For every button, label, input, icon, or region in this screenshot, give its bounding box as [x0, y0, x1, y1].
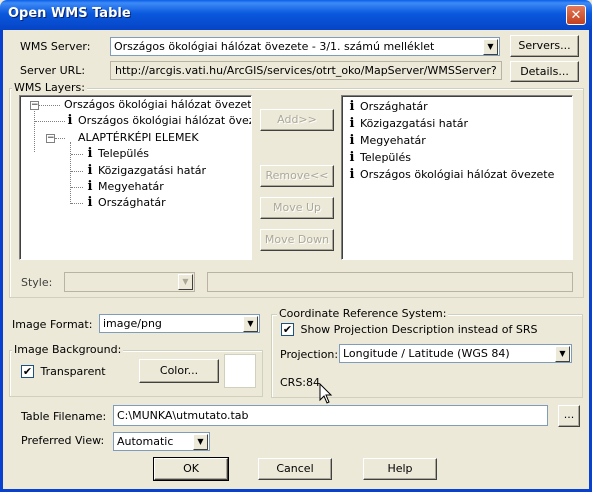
style-description	[207, 272, 573, 292]
transparent-checkbox[interactable]: ✔ Transparent	[21, 364, 106, 378]
remove-button[interactable]: Remove<<	[260, 165, 334, 187]
tree-item-label: Országhatár	[98, 196, 166, 209]
info-icon: i	[349, 150, 355, 165]
checkbox-icon: ✔	[21, 364, 34, 378]
image-format-select[interactable]: image/png ▼	[99, 314, 260, 333]
tree-item-label: ALAPTÉRKÉPI ELEMEK	[78, 131, 199, 144]
collapse-icon[interactable]: −	[30, 101, 39, 110]
tree-item-layer[interactable]: i Település	[86, 146, 149, 162]
wms-server-value: Országos ökológiai hálózat övezete - 3/1…	[114, 40, 435, 53]
list-item-label: Országhatár	[360, 100, 428, 113]
info-icon: i	[349, 99, 355, 114]
info-icon: i	[349, 116, 355, 131]
close-icon[interactable]: ✕	[566, 5, 586, 25]
available-layers-tree[interactable]: − Országos ökológiai hálózat övezete i Or…	[19, 95, 252, 260]
checkbox-icon: ✔	[281, 322, 294, 336]
wms-layers-group-label: WMS Layers:	[12, 81, 87, 94]
tree-item-label: Országos ökológiai hálózat övezete	[64, 98, 252, 111]
list-item-label: Település	[360, 151, 411, 164]
move-up-button[interactable]: Move Up	[260, 197, 334, 219]
move-down-button[interactable]: Move Down	[260, 229, 334, 251]
info-icon: i	[349, 167, 355, 182]
ok-button[interactable]: OK	[153, 457, 229, 481]
tree-item-label: Település	[98, 147, 149, 160]
info-icon: i	[349, 133, 355, 148]
list-item-label: Közigazgatási határ	[360, 117, 469, 130]
cancel-button[interactable]: Cancel	[258, 458, 332, 480]
add-button[interactable]: Add>>	[260, 109, 334, 131]
mouse-cursor-icon	[319, 383, 333, 404]
tree-item-layer[interactable]: i Országhatár	[86, 195, 166, 211]
color-swatch	[224, 354, 256, 388]
list-item[interactable]: i Megyehatár	[348, 133, 426, 149]
image-background-group-label: Image Background:	[12, 343, 124, 356]
browse-button[interactable]: ...	[558, 405, 580, 427]
preferred-view-select[interactable]: Automatic ▼	[113, 432, 210, 451]
server-url-field: http://arcgis.vati.hu/ArcGIS/services/ot…	[110, 61, 502, 80]
transparent-label: Transparent	[40, 364, 106, 378]
show-projection-checkbox[interactable]: ✔ Show Projection Description instead of…	[281, 322, 537, 336]
help-button[interactable]: Help	[363, 458, 437, 480]
info-icon: i	[87, 146, 93, 161]
crs-group-label: Coordinate Reference System:	[277, 307, 449, 320]
show-projection-label: Show Projection Description instead of S…	[300, 322, 538, 336]
info-icon: i	[87, 163, 93, 178]
wms-server-label: WMS Server:	[20, 40, 91, 53]
tree-item-label: Közigazgatási határ	[98, 164, 207, 177]
projection-label: Projection:	[280, 348, 339, 361]
table-filename-label: Table Filename:	[21, 410, 107, 423]
server-url-label: Server URL:	[20, 64, 86, 77]
projection-select[interactable]: Longitude / Latitude (WGS 84) ▼	[339, 344, 572, 363]
chevron-down-icon[interactable]: ▼	[555, 346, 570, 362]
projection-value: Longitude / Latitude (WGS 84)	[343, 347, 510, 360]
list-item[interactable]: i Közigazgatási határ	[348, 116, 469, 132]
selected-layers-list[interactable]: i Országhatár i Közigazgatási határ i Megye…	[341, 95, 573, 260]
tree-item-layer[interactable]: i Megyehatár	[86, 179, 164, 195]
chevron-down-icon[interactable]: ▼	[178, 274, 193, 290]
tree-item-label: Országos ökológiai hálózat övezete	[78, 114, 251, 127]
info-icon: i	[87, 195, 93, 210]
collapse-icon[interactable]: −	[46, 134, 55, 143]
window-title: Open WMS Table	[8, 6, 131, 21]
tree-item-label: Megyehatár	[98, 180, 164, 193]
list-item-label: Országos ökológiai hálózat övezete	[360, 168, 555, 181]
info-icon: i	[67, 113, 73, 128]
preferred-view-label: Preferred View:	[21, 434, 105, 447]
chevron-down-icon[interactable]: ▼	[193, 434, 208, 450]
table-filename-input[interactable]: C:\MUNKA\utmutato.tab	[113, 405, 548, 426]
crs-code: CRS:84	[280, 376, 321, 389]
tree-item-layer[interactable]: i Országos ökológiai hálózat övezete	[66, 113, 251, 129]
servers-button[interactable]: Servers...	[510, 35, 579, 57]
tree-item-root[interactable]: Országos ökológiai hálózat övezete	[64, 97, 252, 113]
chevron-down-icon[interactable]: ▼	[483, 39, 498, 55]
list-item[interactable]: i Országos ökológiai hálózat övezete	[348, 167, 555, 183]
list-item[interactable]: i Település	[348, 150, 411, 166]
style-label: Style:	[21, 276, 53, 289]
details-button[interactable]: Details...	[510, 61, 579, 82]
color-button[interactable]: Color...	[139, 359, 219, 383]
image-format-value: image/png	[103, 317, 162, 330]
tree-item-layer[interactable]: i Közigazgatási határ	[86, 163, 207, 179]
tree-item-group[interactable]: ALAPTÉRKÉPI ELEMEK	[78, 130, 199, 146]
chevron-down-icon[interactable]: ▼	[243, 316, 258, 332]
list-item-label: Megyehatár	[360, 134, 426, 147]
info-icon: i	[87, 179, 93, 194]
preferred-view-value: Automatic	[117, 435, 174, 448]
wms-server-select[interactable]: Országos ökológiai hálózat övezete - 3/1…	[110, 37, 500, 56]
list-item[interactable]: i Országhatár	[348, 99, 428, 115]
style-select[interactable]: ▼	[64, 272, 195, 292]
image-format-label: Image Format:	[12, 318, 93, 331]
